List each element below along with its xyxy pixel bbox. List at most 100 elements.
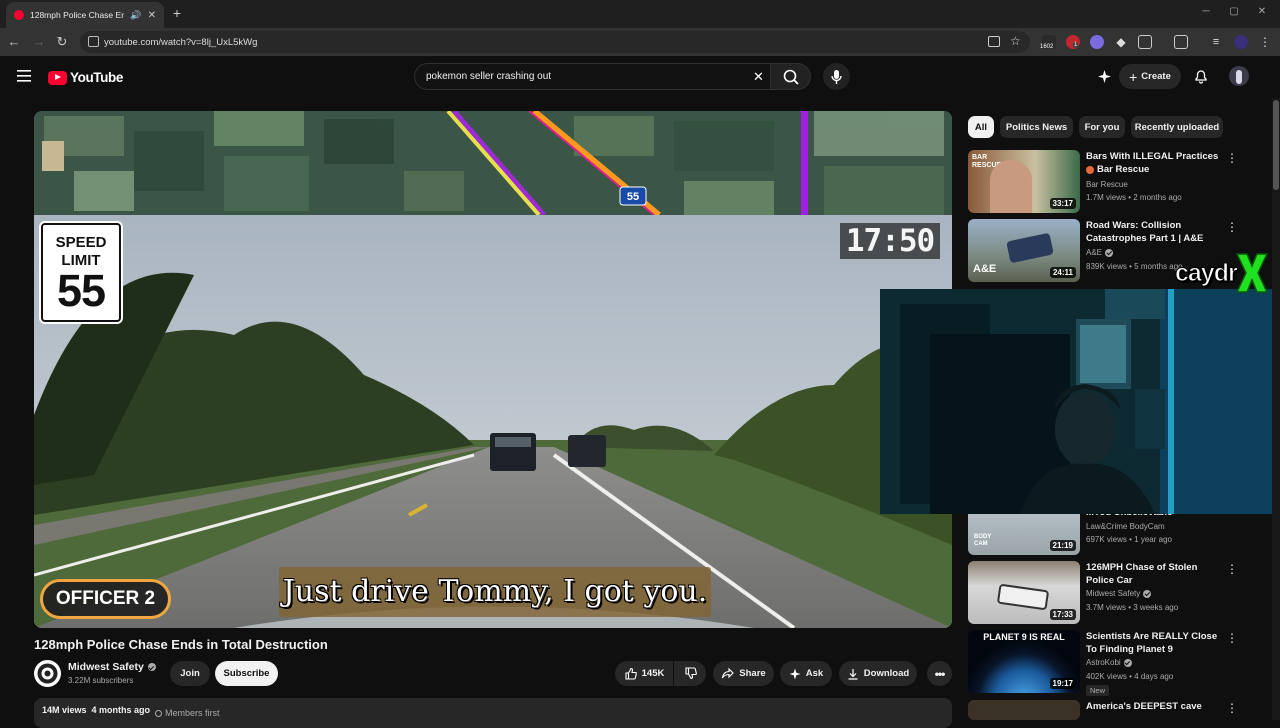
extension-icon-2[interactable]: 1 bbox=[1066, 35, 1080, 49]
recommendation-item[interactable]: BAR RESCUE 33:17 Bars With ILLEGAL Pract… bbox=[968, 150, 1268, 216]
create-button[interactable]: + Create bbox=[1119, 64, 1181, 89]
ask-label: Ask bbox=[805, 668, 824, 679]
recommendation-title-line1: Bars With ILLEGAL Practices bbox=[1086, 151, 1219, 162]
search-input[interactable]: pokemon seller crashing out ✕ bbox=[414, 63, 771, 90]
more-vertical-icon[interactable]: ⋮ bbox=[1226, 152, 1238, 166]
verified-icon bbox=[1143, 589, 1152, 598]
recommendation-thumbnail[interactable]: A&E 24:11 bbox=[968, 219, 1080, 282]
join-button[interactable]: Join bbox=[170, 661, 210, 686]
recommendation-item[interactable]: America's DEEPEST cave ⋮ bbox=[968, 700, 1268, 720]
extensions-puzzle-icon[interactable] bbox=[1138, 35, 1152, 49]
media-controls-icon[interactable]: ≡ bbox=[1209, 35, 1223, 49]
reading-mode-icon[interactable] bbox=[1174, 35, 1188, 49]
video-player[interactable]: 55 SPEED LIMIT 55 17:50 OFFICER 2 Just d… bbox=[34, 111, 952, 628]
recommendation-title: Bars With ILLEGAL Practices Bar Rescue bbox=[1086, 150, 1226, 176]
upload-age: 4 months ago bbox=[91, 705, 151, 715]
map-overlay: 55 bbox=[34, 111, 952, 215]
minimize-icon[interactable]: ─ bbox=[1196, 6, 1216, 20]
description-box[interactable]: 14M views 4 months ago Members first bbox=[34, 698, 952, 728]
channel-text: Bar Rescue bbox=[1086, 180, 1128, 189]
share-icon bbox=[722, 667, 735, 679]
recommendation-meta: 839K views • 5 months ago bbox=[1086, 262, 1183, 271]
browser-tab[interactable]: 128mph Police Chase Ends 🔊 ✕ bbox=[6, 2, 164, 28]
recommendation-thumbnail[interactable] bbox=[968, 700, 1080, 720]
chip-label: For you bbox=[1084, 121, 1120, 133]
video-title: 128mph Police Chase Ends in Total Destru… bbox=[34, 637, 328, 652]
more-vertical-icon[interactable]: ⋮ bbox=[1226, 702, 1238, 716]
more-actions-button[interactable]: ••• bbox=[927, 661, 952, 686]
dislike-button[interactable] bbox=[674, 661, 706, 686]
channel-avatar[interactable] bbox=[34, 660, 61, 687]
like-button[interactable]: 145K bbox=[615, 661, 673, 686]
channel-name-text: Midwest Safety bbox=[68, 661, 144, 673]
extension-icon-3[interactable] bbox=[1090, 35, 1104, 49]
address-bar[interactable]: youtube.com/watch?v=8lj_UxL5kWg ☆ bbox=[80, 31, 1030, 53]
profile-avatar-icon[interactable] bbox=[1234, 35, 1248, 49]
recommendation-item[interactable]: 17:33 126MPH Chase of Stolen Police Car … bbox=[968, 561, 1268, 627]
install-app-icon[interactable] bbox=[988, 36, 1000, 47]
view-count: 14M views bbox=[42, 705, 87, 715]
clear-search-icon[interactable]: ✕ bbox=[753, 69, 764, 85]
scrollbar-thumb[interactable] bbox=[1273, 100, 1279, 190]
window-close-icon[interactable]: ✕ bbox=[1252, 6, 1272, 20]
new-tab-button[interactable]: + bbox=[168, 4, 186, 22]
search-query-text: pokemon seller crashing out bbox=[426, 71, 552, 82]
facecam-overlay bbox=[880, 289, 1280, 514]
recommendation-thumbnail[interactable]: 17:33 bbox=[968, 561, 1080, 624]
extension-icon-4[interactable]: ◆ bbox=[1114, 35, 1128, 49]
more-vertical-icon[interactable]: ⋮ bbox=[1226, 563, 1238, 577]
speed-sign-line1: SPEED bbox=[55, 234, 107, 251]
map-route-label: 55 bbox=[627, 191, 639, 203]
extension-icon-1[interactable]: 1602 bbox=[1040, 35, 1056, 50]
streamer-logo-x-icon bbox=[1235, 253, 1268, 293]
tab-title: 128mph Police Chase Ends bbox=[30, 10, 125, 20]
download-label: Download bbox=[863, 668, 910, 679]
ai-sparkle-icon[interactable] bbox=[1097, 69, 1112, 84]
video-duration: 17:33 bbox=[1049, 609, 1076, 620]
restore-icon[interactable]: ▢ bbox=[1224, 6, 1244, 20]
subscribe-button[interactable]: Subscribe bbox=[215, 661, 278, 686]
download-icon bbox=[848, 668, 858, 680]
streamer-logo-text: caydr bbox=[1175, 258, 1239, 287]
page-scrollbar[interactable] bbox=[1272, 98, 1280, 720]
members-first-label: Members first bbox=[165, 708, 220, 718]
recommendation-title-line2: Bar Rescue bbox=[1097, 164, 1150, 175]
url-text: youtube.com/watch?v=8lj_UxL5kWg bbox=[104, 36, 258, 48]
voice-search-button[interactable] bbox=[823, 63, 850, 90]
reload-icon[interactable]: ↻ bbox=[54, 34, 70, 50]
chip-politics-news[interactable]: Politics News bbox=[1000, 116, 1073, 138]
site-info-icon[interactable] bbox=[88, 36, 99, 47]
more-vertical-icon[interactable]: ⋮ bbox=[1226, 632, 1238, 646]
back-icon[interactable]: ← bbox=[6, 34, 22, 50]
notifications-bell-icon[interactable] bbox=[1193, 68, 1209, 84]
ask-button[interactable]: Ask bbox=[780, 661, 832, 686]
hamburger-menu-icon[interactable] bbox=[17, 70, 31, 82]
video-subtitle: Just drive Tommy, I got you. bbox=[279, 567, 711, 617]
thumbnail-text: BODY CAM bbox=[974, 534, 992, 547]
video-duration: 19:17 bbox=[1049, 678, 1076, 689]
download-button[interactable]: Download bbox=[839, 661, 917, 686]
verified-icon bbox=[147, 663, 156, 671]
recommendation-item[interactable]: PLANET 9 IS REAL 19:17 Scientists Are RE… bbox=[968, 630, 1268, 696]
create-label: Create bbox=[1141, 71, 1171, 82]
share-label: Share bbox=[739, 668, 766, 679]
forward-icon[interactable]: → bbox=[31, 34, 47, 50]
youtube-logo[interactable]: YouTube bbox=[48, 70, 123, 85]
recommendation-thumbnail[interactable]: PLANET 9 IS REAL 19:17 bbox=[968, 630, 1080, 693]
bookmark-star-icon[interactable]: ☆ bbox=[1010, 34, 1021, 48]
account-avatar[interactable] bbox=[1229, 66, 1249, 86]
search-button[interactable] bbox=[771, 63, 811, 90]
speaker-icon[interactable]: 🔊 bbox=[130, 10, 141, 21]
tab-close-icon[interactable]: ✕ bbox=[148, 10, 156, 21]
extension-badge: 1 bbox=[1073, 42, 1079, 48]
chip-recently-uploaded[interactable]: Recently uploaded bbox=[1131, 116, 1223, 138]
thumbnail-text: PLANET 9 IS REAL bbox=[983, 632, 1065, 642]
recommendation-thumbnail[interactable]: BAR RESCUE 33:17 bbox=[968, 150, 1080, 213]
channel-name[interactable]: Midwest Safety bbox=[68, 661, 156, 673]
browser-menu-icon[interactable]: ⋮ bbox=[1258, 35, 1272, 49]
more-vertical-icon[interactable]: ⋮ bbox=[1226, 221, 1238, 235]
recommendation-channel: Bar Rescue bbox=[1086, 180, 1128, 189]
chip-for-you[interactable]: For you bbox=[1079, 116, 1125, 138]
share-button[interactable]: Share bbox=[713, 661, 774, 686]
chip-all[interactable]: All bbox=[968, 116, 994, 138]
